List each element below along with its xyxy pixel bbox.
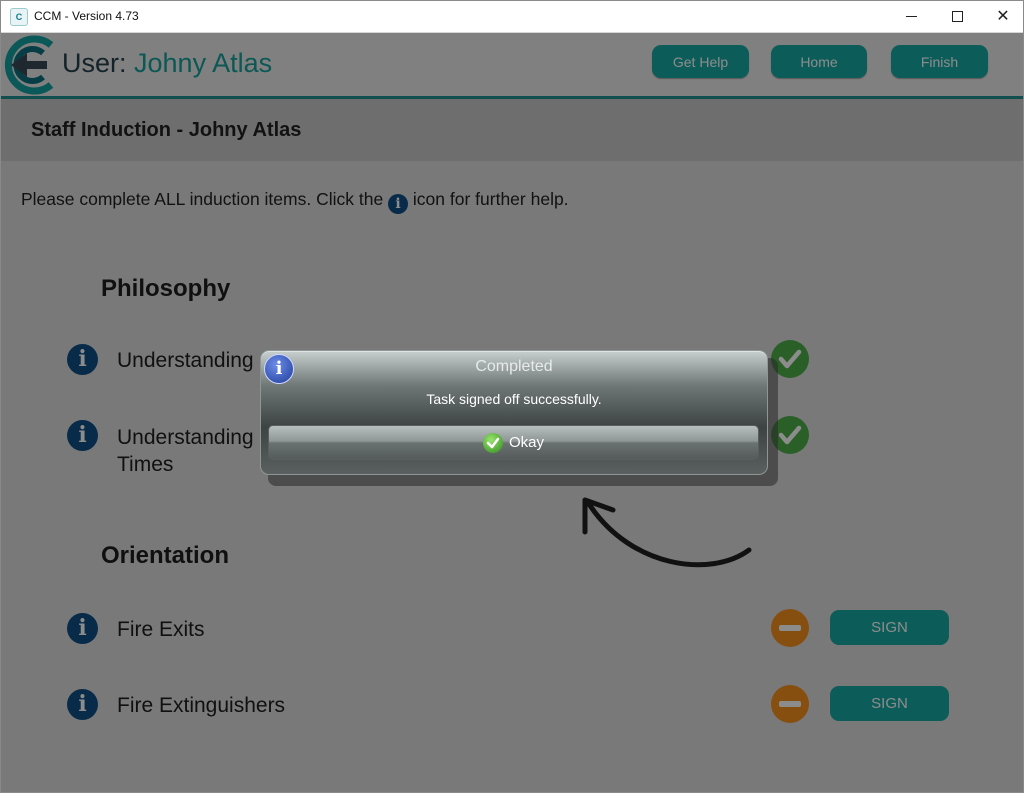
maximize-icon xyxy=(951,11,963,22)
okay-label: Okay xyxy=(508,434,544,451)
annotation-arrow-icon xyxy=(582,497,752,568)
app-icon: C xyxy=(10,8,28,26)
application-window: C CCM - Version 4.73 ✕ User: Johny Atlas… xyxy=(0,0,1024,793)
minimize-icon xyxy=(905,16,917,17)
check-icon xyxy=(482,432,503,453)
close-button[interactable]: ✕ xyxy=(980,1,1023,32)
window-title: CCM - Version 4.73 xyxy=(34,9,139,23)
dialog-message: Task signed off successfully. xyxy=(426,391,602,407)
okay-button[interactable]: Okay xyxy=(268,425,759,460)
completed-dialog: i Completed Task signed off successfully… xyxy=(260,350,768,475)
minimize-button[interactable] xyxy=(888,1,934,32)
dialog-title: Completed xyxy=(475,358,553,375)
close-icon: ✕ xyxy=(996,7,1010,25)
title-bar: C CCM - Version 4.73 ✕ xyxy=(1,1,1023,33)
maximize-button[interactable] xyxy=(934,1,980,32)
